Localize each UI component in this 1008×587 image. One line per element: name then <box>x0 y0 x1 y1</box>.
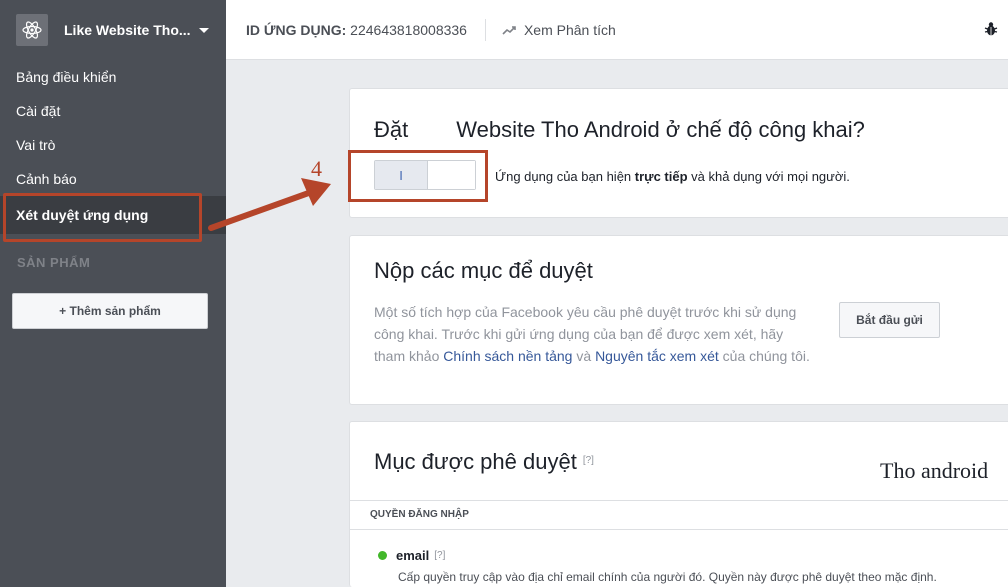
make-public-title: Đặt Website Tho Android ở chế độ công kha… <box>374 117 865 143</box>
sidebar-item-roles[interactable]: Vai trò <box>0 128 226 162</box>
sidebar: Like Website Tho... Bảng điều khiển Cài … <box>0 0 226 587</box>
approved-items-title-text: Mục được phê duyệt <box>374 449 577 474</box>
annotation-toggle-box <box>348 150 488 202</box>
permission-row-email: email [?] <box>378 548 445 563</box>
products-section-label: SẢN PHẨM <box>17 255 91 270</box>
platform-policy-link[interactable]: Chính sách nền tảng <box>443 348 572 364</box>
annotation-arrow-icon <box>208 178 331 231</box>
annotation-highlight-box <box>3 193 202 242</box>
status-live: trực tiếp <box>634 169 688 184</box>
view-analytics-link[interactable]: Xem Phân tích <box>502 22 616 38</box>
public-status-text: Ứng dụng của bạn hiện trực tiếp và khả d… <box>495 169 850 184</box>
permission-description: Cấp quyền truy cập vào địa chỉ email chí… <box>398 570 937 584</box>
status-prefix: Ứng dụng của bạn hiện <box>495 169 635 184</box>
add-product-button[interactable]: + Thêm sản phẩm <box>12 293 208 329</box>
trend-arrow-icon <box>502 22 516 38</box>
app-logo-icon <box>16 14 48 46</box>
review-guidelines-link[interactable]: Nguyên tắc xem xét <box>595 348 719 364</box>
submit-items-description: Một số tích hợp của Facebook yêu cầu phê… <box>374 301 814 367</box>
app-title: Like Website Tho... <box>64 22 191 38</box>
submit-desc-part-3: của chúng tôi. <box>718 348 810 364</box>
status-suffix: và khả dụng với mọi người. <box>687 169 850 184</box>
submit-items-title: Nộp các mục để duyệt <box>374 258 593 283</box>
login-permissions-header: QUYỀN ĐĂNG NHẬP <box>350 500 1008 530</box>
permission-help-link[interactable]: [?] <box>434 550 445 561</box>
app-switcher[interactable]: Like Website Tho... <box>0 0 226 60</box>
sidebar-item-dashboard[interactable]: Bảng điều khiển <box>0 60 226 94</box>
permission-name: email <box>396 548 430 563</box>
make-public-card: Đặt Website Tho Android ở chế độ công kha… <box>348 88 1008 218</box>
approved-status-dot-icon <box>378 551 387 560</box>
sidebar-item-alerts[interactable]: Cảnh báo <box>0 162 226 196</box>
bug-icon[interactable] <box>984 21 998 42</box>
top-bar: ID ỨNG DỤNG: 224643818008336 Xem Phân tí… <box>226 0 1008 60</box>
make-public-title-rest: Website Tho Android ở chế độ công khai? <box>456 117 865 142</box>
submit-desc-part-2: và <box>572 348 596 364</box>
app-id-label: ID ỨNG DỤNG: <box>246 21 347 38</box>
make-public-title-prefix: Đặt <box>374 117 409 142</box>
chevron-down-icon <box>198 27 209 33</box>
app-id: ID ỨNG DỤNG: 224643818008336 <box>246 22 467 38</box>
approved-items-title: Mục được phê duyệt [?] <box>374 449 594 475</box>
app-id-value: 224643818008336 <box>350 21 467 38</box>
approved-help-link[interactable]: [?] <box>583 455 594 466</box>
view-analytics-label: Xem Phân tích <box>523 21 616 38</box>
topbar-divider <box>484 18 486 41</box>
annotation-handwritten-label: Tho android <box>880 458 989 483</box>
approved-items-card: Mục được phê duyệt [?] QUYỀN ĐĂNG NHẬP em… <box>349 421 1008 587</box>
start-submission-button[interactable]: Bắt đầu gửi <box>839 302 940 338</box>
sidebar-item-settings[interactable]: Cài đặt <box>0 94 226 128</box>
submit-items-card: Nộp các mục để duyệt Một số tích hợp của… <box>349 235 1008 405</box>
